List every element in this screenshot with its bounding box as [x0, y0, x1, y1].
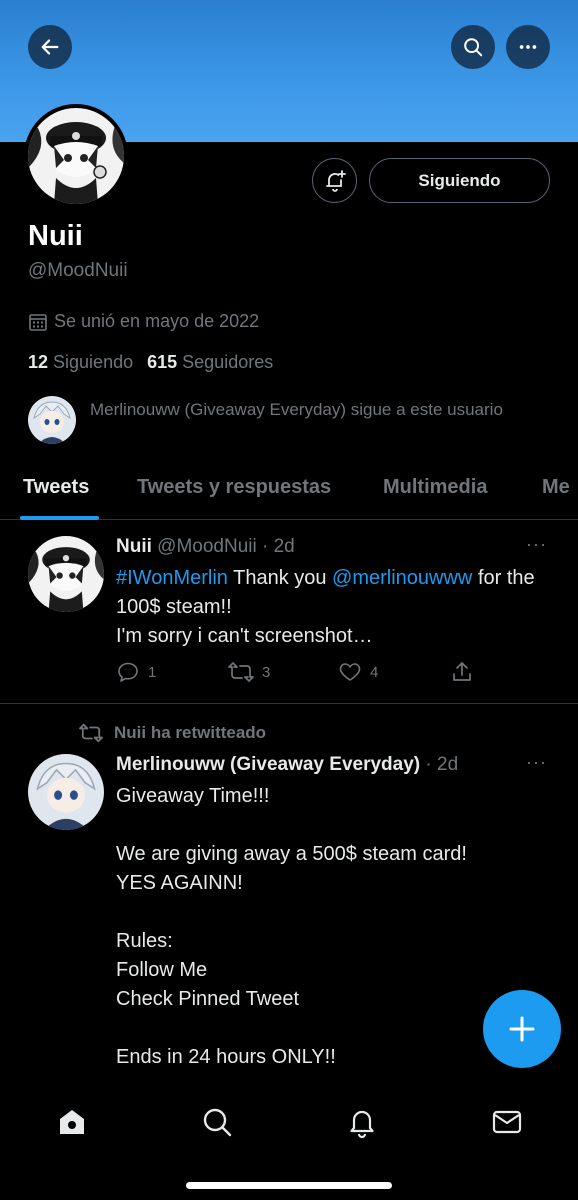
- more-button[interactable]: [506, 25, 550, 69]
- profile-name: Nuii: [28, 220, 83, 252]
- tweet-text-line: Giveaway Time!!!: [116, 785, 270, 807]
- share-button[interactable]: [450, 660, 474, 684]
- avatar-illustration: [28, 108, 124, 204]
- like-count: 4: [370, 663, 379, 681]
- bell-plus-icon: [325, 169, 346, 192]
- home-icon: [60, 1110, 84, 1134]
- tab-media[interactable]: Multimedia: [383, 476, 487, 499]
- tab-tweets[interactable]: Tweets: [23, 476, 89, 499]
- calendar-icon: [29, 313, 47, 331]
- tweet-text-line: We are giving away a 500$ steam card!: [116, 843, 467, 865]
- nav-home[interactable]: [52, 1102, 92, 1142]
- follower-avatar: [28, 396, 76, 444]
- notifications-toggle-button[interactable]: [312, 158, 357, 203]
- tweet-header: Merlinouww (Giveaway Everyday) · 2d: [116, 754, 458, 776]
- tweet-more-icon[interactable]: ···: [526, 752, 547, 773]
- join-date-text: Se unió en mayo de 2022: [54, 311, 260, 331]
- reply-button[interactable]: 1: [116, 660, 156, 684]
- profile-tabs: Tweets Tweets y respuestas Multimedia Me: [0, 462, 578, 520]
- tweet-text-line: Rules:: [116, 930, 173, 952]
- tweet-text: #IWonMerlin Thank you @merlinouwww for t…: [116, 564, 556, 651]
- tweet-header: Nuii @MoodNuii · 2d: [116, 536, 295, 558]
- notifications-icon: [350, 1110, 374, 1138]
- retweet-icon: [228, 662, 254, 682]
- following-stat[interactable]: 12 Siguiendo: [28, 352, 133, 373]
- follow-stats: 12 Siguiendo 615 Seguidores: [28, 352, 273, 373]
- following-count: 12: [28, 352, 49, 372]
- tweet-separator: ·: [262, 536, 269, 557]
- tweet-author-handle[interactable]: @MoodNuii: [157, 536, 257, 557]
- share-icon: [453, 662, 471, 681]
- nav-notifications[interactable]: [342, 1102, 382, 1142]
- following-button[interactable]: Siguiendo: [369, 158, 550, 203]
- tweet-time: 2d: [437, 754, 459, 775]
- followed-by-row[interactable]: Merlinouww (Giveaway Everyday) sigue a e…: [28, 396, 510, 444]
- plus-icon: [509, 1016, 535, 1042]
- messages-icon: [492, 1110, 522, 1134]
- profile-avatar[interactable]: [24, 104, 128, 208]
- search-icon: [203, 1108, 232, 1137]
- home-indicator: [186, 1182, 392, 1189]
- profile-handle: @MoodNuii: [28, 260, 128, 281]
- tab-tweets-and-replies[interactable]: Tweets y respuestas: [137, 476, 331, 499]
- tweet-divider: [0, 703, 578, 704]
- tweet-text-line: Follow Me: [116, 959, 208, 981]
- tweet-text-line: [116, 811, 556, 840]
- retweet-count: 3: [262, 663, 271, 681]
- reply-count: 1: [148, 663, 157, 681]
- retweet-button[interactable]: 3: [228, 660, 270, 684]
- tweet-author-avatar[interactable]: [28, 536, 104, 612]
- hashtag-link[interactable]: #IWonMerlin: [116, 567, 228, 589]
- tweet-time: 2d: [273, 536, 295, 557]
- join-date: Se unió en mayo de 2022: [28, 311, 259, 332]
- search-button[interactable]: [451, 25, 495, 69]
- arrow-left-icon: [41, 39, 59, 55]
- like-button[interactable]: 4: [338, 660, 378, 684]
- tweet-more-icon[interactable]: ···: [526, 534, 547, 555]
- followers-stat[interactable]: 615 Seguidores: [147, 352, 273, 373]
- followers-label: Seguidores: [182, 352, 274, 372]
- tweet-text-part: Thank you: [227, 567, 333, 589]
- tweet-author-name[interactable]: Nuii: [116, 536, 152, 557]
- tweet-actions: 1 3 4: [116, 660, 476, 686]
- search-icon: [464, 38, 483, 57]
- tweet-text-line: [116, 898, 556, 927]
- followed-by-text: Merlinouww (Giveaway Everyday) sigue a e…: [90, 400, 503, 419]
- tab-likes[interactable]: Me: [542, 476, 570, 499]
- heart-icon: [339, 663, 361, 681]
- back-button[interactable]: [28, 25, 72, 69]
- tweet-author-avatar[interactable]: [28, 754, 104, 830]
- following-label: Siguiendo: [53, 352, 134, 372]
- nav-search[interactable]: [197, 1102, 237, 1142]
- nav-messages[interactable]: [487, 1102, 527, 1142]
- mention-link[interactable]: @merlinouwww: [332, 567, 472, 589]
- followers-count: 615: [147, 352, 178, 372]
- tweet-text-line: I'm sorry i can't screenshot…: [116, 625, 373, 647]
- more-horizontal-icon: [519, 45, 537, 49]
- tweet[interactable]: Nuii @MoodNuii · 2d ··· #IWonMerlin Than…: [0, 520, 578, 702]
- tweet-text-line: YES AGAINN!: [116, 872, 243, 894]
- reply-icon: [118, 662, 138, 682]
- compose-tweet-button[interactable]: [483, 990, 561, 1068]
- tweet-separator: ·: [425, 754, 432, 775]
- tweet-author-name[interactable]: Merlinouww (Giveaway Everyday): [116, 754, 420, 775]
